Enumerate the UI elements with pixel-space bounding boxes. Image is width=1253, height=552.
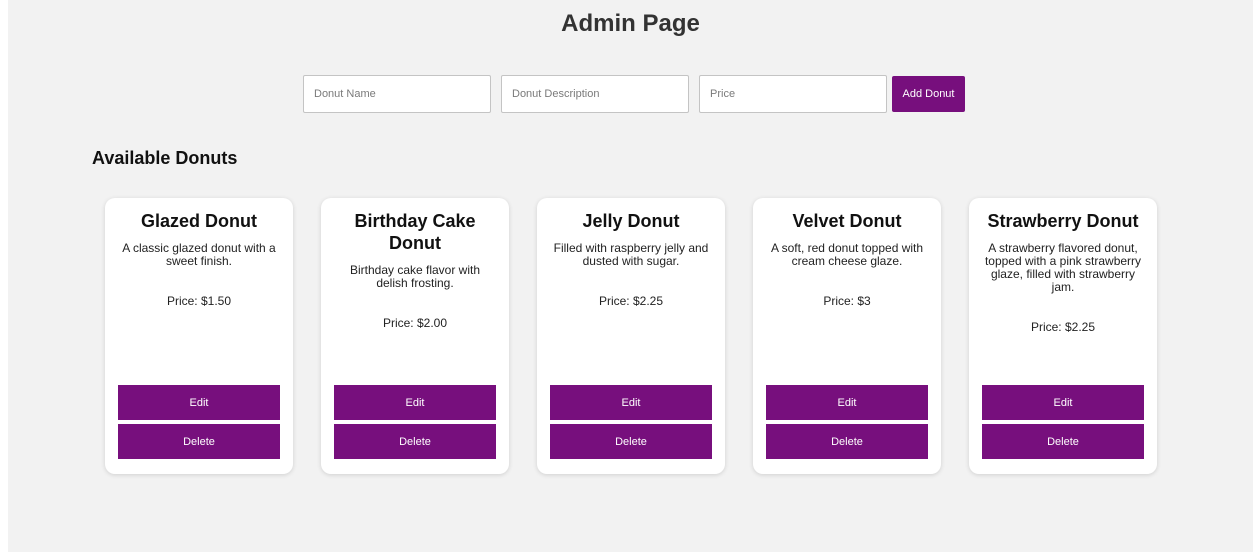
donut-card-list: Glazed Donut A classic glazed donut with… bbox=[105, 198, 1157, 474]
donut-price: Price: $3 bbox=[823, 294, 871, 308]
delete-button[interactable]: Delete bbox=[550, 424, 712, 459]
donut-description: A classic glazed donut with a sweet fini… bbox=[122, 241, 276, 268]
add-donut-form: Add Donut bbox=[303, 75, 965, 113]
card-actions: Edit Delete bbox=[766, 385, 928, 459]
delete-button[interactable]: Delete bbox=[118, 424, 280, 459]
available-donuts-heading: Available Donuts bbox=[92, 148, 238, 168]
edit-button[interactable]: Edit bbox=[118, 385, 280, 420]
card-actions: Edit Delete bbox=[550, 385, 712, 459]
edit-button[interactable]: Edit bbox=[550, 385, 712, 420]
donut-name: Jelly Donut bbox=[582, 211, 680, 231]
donut-card: Velvet Donut A soft, red donut topped wi… bbox=[753, 198, 941, 474]
donut-description: A strawberry flavored donut, topped with… bbox=[984, 241, 1142, 294]
edit-button[interactable]: Edit bbox=[334, 385, 496, 420]
donut-price: Price: $2.25 bbox=[598, 294, 664, 308]
donut-name-input[interactable] bbox=[303, 75, 491, 113]
card-actions: Edit Delete bbox=[334, 385, 496, 459]
donut-card: Birthday Cake Donut Birthday cake flavor… bbox=[321, 198, 509, 474]
donut-name: Velvet Donut bbox=[792, 211, 902, 231]
delete-button[interactable]: Delete bbox=[982, 424, 1144, 459]
donut-price: Price: $1.50 bbox=[166, 294, 232, 308]
donut-card: Glazed Donut A classic glazed donut with… bbox=[105, 198, 293, 474]
card-actions: Edit Delete bbox=[118, 385, 280, 459]
donut-description: Filled with raspberry jelly and dusted w… bbox=[553, 241, 709, 268]
page-title: Admin Page bbox=[561, 10, 700, 37]
donut-name: Glazed Donut bbox=[141, 211, 257, 231]
donut-description: A soft, red donut topped with cream chee… bbox=[770, 241, 924, 268]
add-donut-button[interactable]: Add Donut bbox=[892, 76, 965, 112]
edit-button[interactable]: Edit bbox=[982, 385, 1144, 420]
donut-card: Strawberry Donut A strawberry flavored d… bbox=[969, 198, 1157, 474]
edit-button[interactable]: Edit bbox=[766, 385, 928, 420]
donut-card: Jelly Donut Filled with raspberry jelly … bbox=[537, 198, 725, 474]
card-actions: Edit Delete bbox=[982, 385, 1144, 459]
admin-page: Admin Page Add Donut Available Donuts Gl… bbox=[8, 0, 1253, 552]
donut-name: Strawberry Donut bbox=[987, 211, 1139, 231]
delete-button[interactable]: Delete bbox=[766, 424, 928, 459]
donut-price: Price: $2.00 bbox=[382, 316, 448, 330]
donut-description: Birthday cake flavor with delish frostin… bbox=[349, 263, 481, 290]
donut-name: Birthday Cake Donut bbox=[354, 211, 476, 253]
donut-description-input[interactable] bbox=[501, 75, 689, 113]
donut-price: Price: $2.25 bbox=[1030, 320, 1096, 334]
price-input[interactable] bbox=[699, 75, 887, 113]
delete-button[interactable]: Delete bbox=[334, 424, 496, 459]
